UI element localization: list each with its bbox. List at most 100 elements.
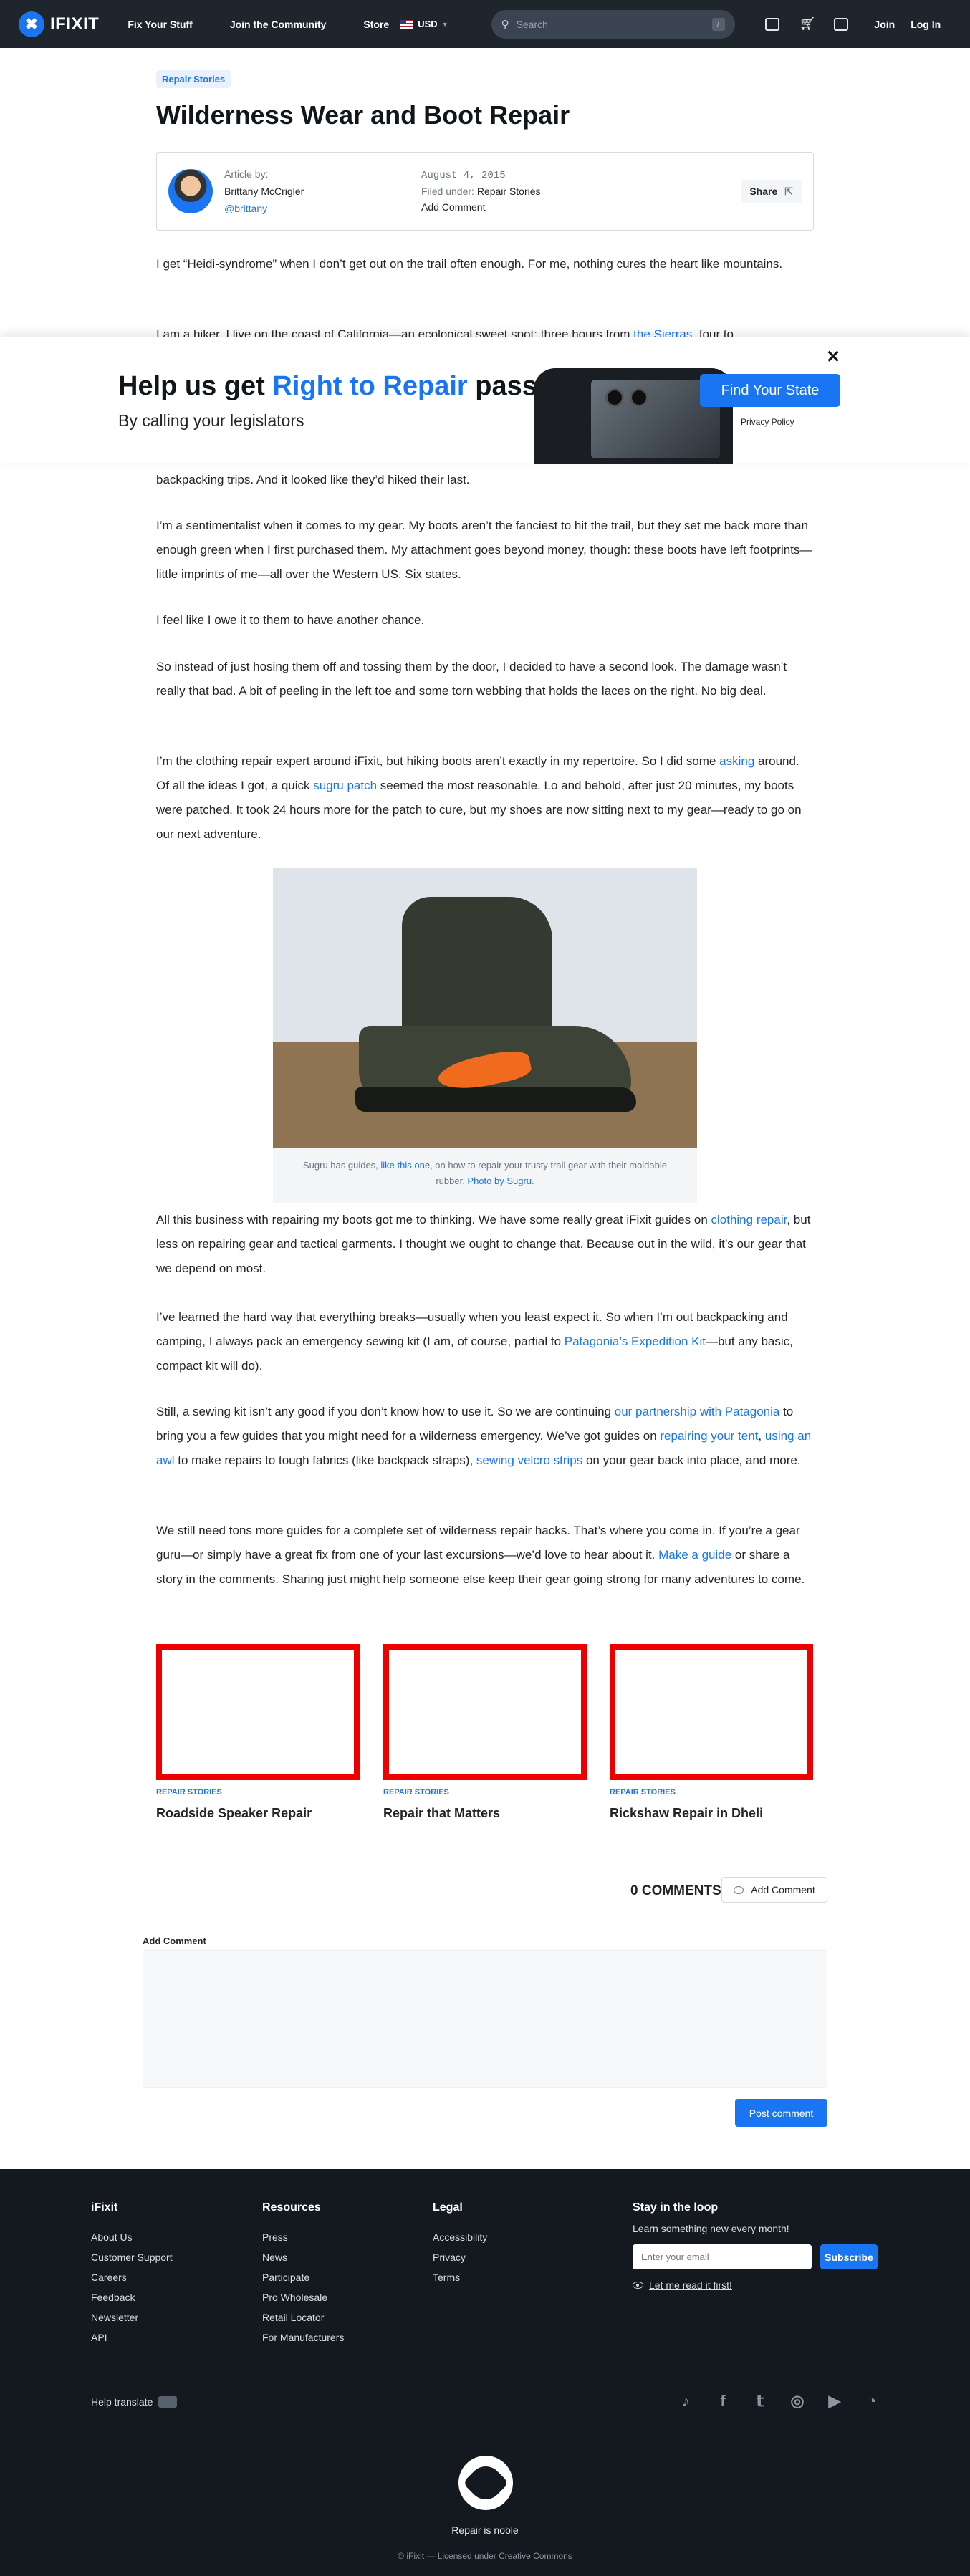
footer-link[interactable]: Participate xyxy=(262,2267,344,2287)
translate-icon xyxy=(158,2396,178,2408)
footer-link[interactable]: Pro Wholesale xyxy=(262,2287,344,2307)
newsletter-signup: Stay in the loop Learn something new eve… xyxy=(633,2201,890,2291)
share-button[interactable]: Share ⇱ xyxy=(741,179,802,203)
related-card-title[interactable]: Rickshaw Repair in Dheli xyxy=(610,1806,763,1821)
footer-link[interactable]: Feedback xyxy=(91,2287,173,2307)
repair-manifesto-logo[interactable] xyxy=(458,2456,513,2510)
paragraph-1: I get “Heidi-syndrome” when I don’t get … xyxy=(156,257,783,271)
link-asking[interactable]: asking xyxy=(719,754,754,768)
read-first-link[interactable]: Let me read it first! xyxy=(633,2279,890,2291)
privacy-policy-link[interactable]: Privacy Policy xyxy=(741,417,794,427)
filed-category-link[interactable]: Repair Stories xyxy=(477,186,541,197)
add-comment-link[interactable]: Add Comment xyxy=(421,201,485,213)
banner-title: Help us get Right to Repair passed xyxy=(118,371,570,401)
footer-heading: Legal xyxy=(433,2201,463,2214)
comment-textarea[interactable] xyxy=(143,1950,827,2088)
boot-figure: Sugru has guides, like this one, on how … xyxy=(273,868,697,1203)
add-comment-button[interactable]: Add Comment xyxy=(721,1877,827,1903)
chevron-down-icon: ▼ xyxy=(441,20,448,28)
related-card-thumbnail[interactable] xyxy=(610,1644,813,1780)
footer-link[interactable]: Customer Support xyxy=(91,2247,173,2267)
subscribe-button[interactable]: Subscribe xyxy=(820,2244,878,2269)
link-make-guide[interactable]: Make a guide xyxy=(658,1548,731,1562)
related-card-category: REPAIR STORIES xyxy=(383,1788,449,1797)
paragraph-11: We still need tons more guides for a com… xyxy=(156,1524,805,1586)
search-icon: ⚲ xyxy=(501,18,509,31)
language-icon[interactable] xyxy=(834,17,849,31)
facebook-icon[interactable]: f xyxy=(713,2391,733,2411)
link-photo-by-sugru[interactable]: Photo by Sugru xyxy=(467,1176,532,1186)
ifixit-logo-icon: ✖ xyxy=(19,11,44,37)
footer-col-legal: Legal Accessibility Privacy Terms xyxy=(433,2201,487,2287)
close-icon[interactable]: ✕ xyxy=(826,347,840,367)
footer-link[interactable]: Terms xyxy=(433,2267,487,2287)
footer-link[interactable]: About Us xyxy=(91,2227,173,2247)
instagram-icon[interactable]: ◎ xyxy=(787,2391,807,2411)
comment-bubble-icon xyxy=(734,1885,744,1894)
related-card-title[interactable]: Repair that Matters xyxy=(383,1806,500,1821)
footer-link[interactable]: Retail Locator xyxy=(262,2307,344,2327)
cart-icon[interactable]: 🛒︎ xyxy=(799,16,816,32)
logo-text: IFIXIT xyxy=(50,14,100,34)
footer-link[interactable]: Privacy xyxy=(433,2247,487,2267)
footer-heading: iFixit xyxy=(91,2201,118,2214)
nav-store[interactable]: Store xyxy=(363,19,389,30)
author-label: Article by: xyxy=(224,168,269,180)
ifixit-logo[interactable]: ✖ IFIXIT xyxy=(19,11,99,37)
related-card-thumbnail[interactable] xyxy=(383,1644,587,1780)
find-your-state-button[interactable]: Find Your State xyxy=(700,374,840,407)
paragraph-9: I’ve learned the hard way that everythin… xyxy=(156,1310,793,1373)
nav-fix-your-stuff[interactable]: Fix Your Stuff xyxy=(128,19,192,30)
link-partnership-patagonia[interactable]: our partnership with Patagonia xyxy=(615,1405,780,1418)
paragraph-8: All this business with repairing my boot… xyxy=(156,1213,811,1275)
eye-icon xyxy=(633,2282,643,2289)
social-links: ♪ f 𝕥 ◎ ▶ ◔ xyxy=(676,2391,882,2411)
paragraph-5: I feel like I owe it to them to have ano… xyxy=(156,613,425,627)
paragraph-10: Still, a sewing kit isn’t any good if yo… xyxy=(156,1405,812,1467)
publish-date: August 4, 2015 xyxy=(421,170,506,181)
youtube-icon[interactable]: ▶ xyxy=(825,2391,845,2411)
link-sugru-patch[interactable]: sugru patch xyxy=(313,779,377,792)
boot-photo xyxy=(273,868,697,1148)
us-flag-icon xyxy=(400,19,414,29)
related-card-title[interactable]: Roadside Speaker Repair xyxy=(156,1806,312,1821)
top-nav: ✖ IFIXIT Fix Your Stuff Join the Communi… xyxy=(0,0,970,48)
post-comment-button[interactable]: Post comment xyxy=(735,2099,827,2127)
link-patagonia-kit[interactable]: Patagonia’s Expedition Kit xyxy=(565,1335,706,1348)
footer-link[interactable]: Press xyxy=(262,2227,344,2247)
newsletter-text: Learn something new every month! xyxy=(633,2223,789,2234)
login-link[interactable]: Log In xyxy=(911,19,941,30)
footer-link[interactable]: Accessibility xyxy=(433,2227,487,2247)
search-input[interactable] xyxy=(516,18,705,30)
mastodon-icon[interactable]: ◔ xyxy=(862,2391,882,2411)
help-translate-link[interactable]: Help translate xyxy=(91,2396,178,2408)
currency-label: USD xyxy=(418,19,438,29)
footer-link[interactable]: Careers xyxy=(91,2267,173,2287)
search-bar[interactable]: ⚲ / xyxy=(491,9,735,39)
currency-selector[interactable]: USD ▼ xyxy=(400,19,448,29)
link-clothing-repair[interactable]: clothing repair xyxy=(711,1213,787,1226)
filed-label: Filed under: xyxy=(421,186,474,197)
link-repairing-tent[interactable]: repairing your tent xyxy=(660,1429,758,1443)
author-handle-link[interactable]: @brittany xyxy=(224,203,267,214)
footer-link[interactable]: Newsletter xyxy=(91,2307,173,2327)
category-tag[interactable]: Repair Stories xyxy=(156,70,231,88)
footer-link[interactable]: API xyxy=(91,2327,173,2347)
toolbox-icon[interactable] xyxy=(764,17,779,31)
footer-link[interactable]: For Manufacturers xyxy=(262,2327,344,2347)
link-sewing-velcro[interactable]: sewing velcro strips xyxy=(476,1453,582,1467)
footer-tagline: Repair is noble xyxy=(451,2524,519,2536)
article-meta: August 4, 2015 Filed under: Repair Stori… xyxy=(421,168,741,215)
related-card-thumbnail[interactable] xyxy=(156,1644,360,1780)
avatar[interactable] xyxy=(168,169,213,213)
twitter-icon[interactable]: 𝕥 xyxy=(750,2391,770,2411)
author-info: Article by: Brittany McCrigler @brittany xyxy=(224,165,398,217)
nav-join-community[interactable]: Join the Community xyxy=(230,19,327,30)
external-link-icon: ⇱ xyxy=(784,185,793,197)
footer-heading: Resources xyxy=(262,2201,321,2214)
join-link[interactable]: Join xyxy=(874,19,895,30)
email-field[interactable] xyxy=(633,2244,812,2269)
footer-link[interactable]: News xyxy=(262,2247,344,2267)
tiktok-icon[interactable]: ♪ xyxy=(676,2391,696,2411)
link-like-this-one[interactable]: like this one xyxy=(380,1160,430,1171)
